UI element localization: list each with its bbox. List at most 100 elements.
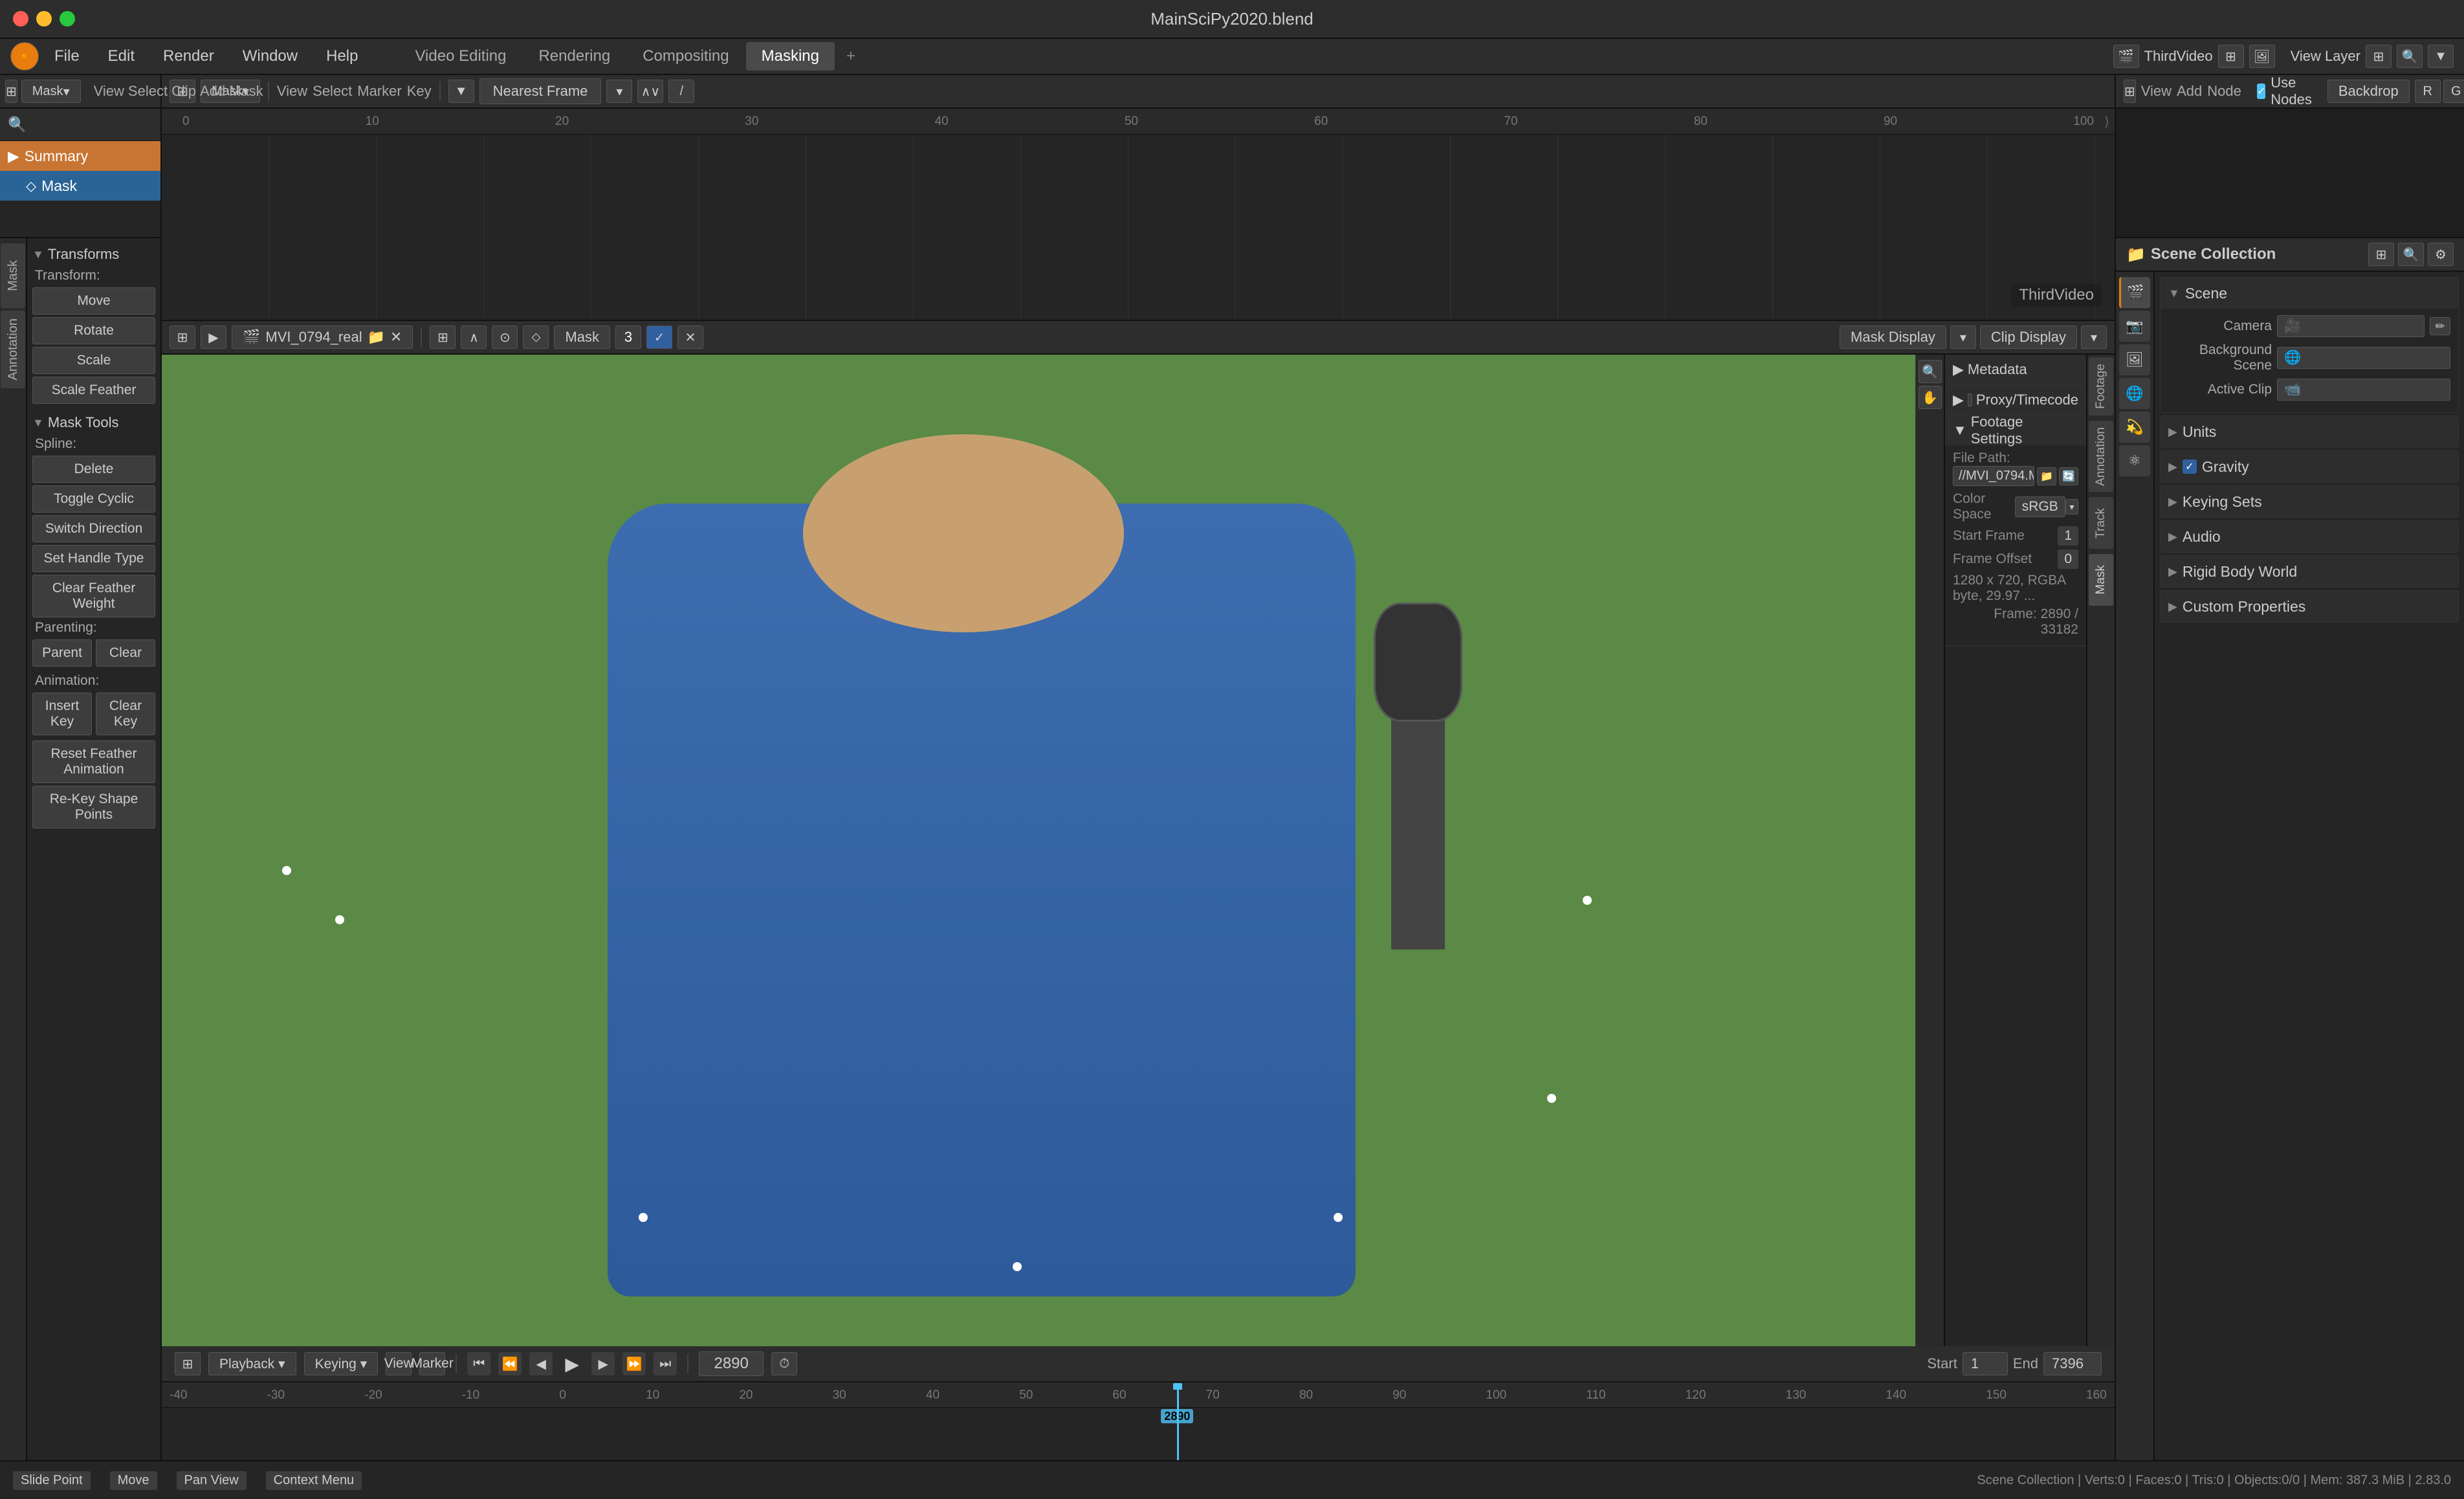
top-marker-menu[interactable]: Marker [357, 83, 401, 100]
frame-offset-input[interactable]: 0 [2058, 550, 2078, 569]
clear-feather-weight-btn[interactable]: Clear Feather Weight [32, 575, 155, 617]
clip-mask-btn[interactable]: Mask [554, 326, 610, 349]
top-icon3[interactable]: / [668, 80, 694, 103]
bottom-timeline[interactable]: -40 -30 -20 -10 0 10 20 30 40 50 60 70 8… [162, 1382, 2115, 1460]
time-icon[interactable]: ⏱ [771, 1352, 797, 1375]
tab-add[interactable]: + [836, 42, 866, 71]
bg-scene-value[interactable]: 🌐 [2277, 347, 2450, 369]
scale-feather-btn[interactable]: Scale Feather [32, 377, 155, 404]
viewer-zoom-icon[interactable]: 🔍 [1919, 360, 1942, 383]
props-filter-icon[interactable]: ⊞ [2368, 243, 2394, 266]
jump-to-start-btn[interactable]: ⏮ [467, 1352, 490, 1375]
clip-filename[interactable]: 🎬 MVI_0794_real 📁 ✕ [232, 326, 413, 349]
clip-icon2[interactable]: ∧ [461, 326, 487, 349]
props-icon-output[interactable]: 🖼 [2119, 344, 2150, 375]
end-frame[interactable]: 7396 [2043, 1352, 2102, 1375]
use-nodes-check[interactable]: ✓ [2257, 83, 2265, 99]
next-keyframe-btn[interactable]: ⏩ [622, 1352, 646, 1375]
props-settings-icon[interactable]: ⚙ [2428, 243, 2454, 266]
props-icon-render[interactable]: 📷 [2119, 311, 2150, 342]
mask-tools-header[interactable]: ▼ Mask Tools [32, 414, 155, 431]
playback-mode-btn[interactable]: Playback ▾ [208, 1352, 296, 1375]
node-icon-r[interactable]: R [2415, 80, 2441, 103]
mask-point-7[interactable] [1583, 896, 1592, 905]
mask-display-btn[interactable]: Mask Display [1840, 326, 1946, 349]
playback-view-btn[interactable]: View [386, 1352, 412, 1375]
clear-parent-btn[interactable]: Clear [96, 639, 155, 667]
filepath-sync-icon[interactable]: 🔄 [2059, 467, 2078, 485]
nearest-frame-btn[interactable]: Nearest Frame [479, 78, 602, 104]
clip-tools-icon[interactable]: ⊞ [430, 326, 456, 349]
parent-btn[interactable]: Parent [32, 639, 92, 667]
menu-render[interactable]: Render [150, 42, 227, 71]
active-clip-value[interactable]: 📹 [2277, 379, 2450, 401]
top-select-menu[interactable]: Select [313, 83, 352, 100]
vtab-track[interactable]: Track [2089, 497, 2113, 549]
node-editor-area[interactable] [2116, 109, 2464, 238]
clip-source-icon[interactable]: ▶ [201, 326, 226, 349]
node-icon-g[interactable]: G [2443, 80, 2464, 103]
props-icon-physics[interactable]: ⚛ [2119, 445, 2150, 476]
mask-point-5[interactable] [1334, 1213, 1343, 1222]
vtab-mask2[interactable]: Mask [2089, 554, 2113, 606]
menu-select[interactable]: Select [128, 83, 168, 100]
jump-to-end-btn[interactable]: ⏭ [654, 1352, 677, 1375]
node-node-menu[interactable]: Node [2207, 83, 2241, 100]
set-handle-type-btn[interactable]: Set Handle Type [32, 545, 155, 572]
props-icon-view[interactable]: 🌐 [2119, 378, 2150, 409]
prev-keyframe-btn[interactable]: ⏪ [498, 1352, 522, 1375]
backdrop-btn[interactable]: Backdrop [2327, 80, 2410, 103]
camera-pick-btn[interactable]: ✏ [2430, 317, 2450, 335]
node-view-menu[interactable]: View [2141, 83, 2172, 100]
metadata-header[interactable]: ▶ Metadata [1945, 355, 2086, 384]
prev-frame-btn[interactable]: ◀ [529, 1352, 553, 1375]
expand-timeline-icon[interactable]: ⟩ [2104, 113, 2109, 129]
scale-btn[interactable]: Scale [32, 347, 155, 374]
proxy-header[interactable]: ▶ Proxy/Timecode [1945, 385, 2086, 415]
topbar-icon-4[interactable]: ⊞ [2366, 45, 2392, 68]
current-frame-input[interactable]: 2890 [699, 1351, 764, 1376]
props-icon-particles[interactable]: 💫 [2119, 412, 2150, 443]
maximize-button[interactable] [60, 11, 75, 27]
top-icon1[interactable]: ▾ [606, 80, 632, 103]
tab-video-editing[interactable]: Video Editing [399, 42, 522, 71]
gravity-checkbox[interactable]: ✓ [2183, 460, 2197, 474]
top-icon2[interactable]: ∧∨ [637, 80, 663, 103]
scene-header[interactable]: ▼ Scene [2161, 278, 2458, 309]
playback-marker-btn[interactable]: Marker [419, 1352, 445, 1375]
move-btn[interactable]: Move [32, 287, 155, 315]
clip-display-btn[interactable]: Clip Display [1980, 326, 2077, 349]
tab-masking[interactable]: Masking [746, 42, 835, 71]
mask-point-6[interactable] [1547, 1094, 1556, 1103]
props-search-icon[interactable]: 🔍 [2398, 243, 2424, 266]
footage-header[interactable]: ▼ Footage Settings [1945, 416, 2086, 445]
rotate-btn[interactable]: Rotate [32, 317, 155, 344]
menu-add[interactable]: Add [200, 83, 225, 100]
filepath-value[interactable]: //MVI_0794.MOV [1953, 466, 2034, 486]
vtab-mask[interactable]: Mask [1, 243, 25, 308]
clip-mask-icon[interactable]: ⬦ [523, 326, 549, 349]
tab-compositing[interactable]: Compositing [627, 42, 744, 71]
clip-mask-check[interactable]: ✓ [646, 326, 672, 349]
node-icon[interactable]: ⊞ [2124, 80, 2136, 103]
topbar-filter[interactable]: ▼ [2428, 45, 2454, 68]
color-space-select[interactable]: sRGB [2015, 496, 2065, 517]
transforms-header[interactable]: ▼ Transforms [32, 246, 155, 263]
topbar-icon-1[interactable]: 🎬 [2113, 45, 2139, 68]
window-controls[interactable] [13, 11, 75, 27]
start-frame[interactable]: 1 [1963, 1352, 2008, 1375]
topbar-icon-2[interactable]: ⊞ [2218, 45, 2244, 68]
filepath-folder-icon[interactable]: 📁 [2037, 467, 2056, 485]
clip-mask-num[interactable]: 3 [615, 326, 641, 349]
clip-close-icon[interactable]: ✕ [390, 329, 402, 346]
rekey-shape-pts-btn[interactable]: Re-Key Shape Points [32, 786, 155, 828]
mask-point-3[interactable] [639, 1213, 648, 1222]
clip-mode-icon[interactable]: ⊞ [170, 326, 195, 349]
mask-mode-btn[interactable]: Mask ▾ [21, 80, 81, 103]
left-panel-mode-icon[interactable]: ⊞ [5, 80, 17, 103]
outliner-summary[interactable]: ▶ Summary [0, 141, 160, 171]
toggle-cyclic-btn[interactable]: Toggle Cyclic [32, 485, 155, 513]
props-icon-scene[interactable]: 🎬 [2119, 277, 2150, 308]
playback-mode-icon[interactable]: ⊞ [175, 1352, 201, 1375]
menu-window[interactable]: Window [230, 42, 311, 71]
